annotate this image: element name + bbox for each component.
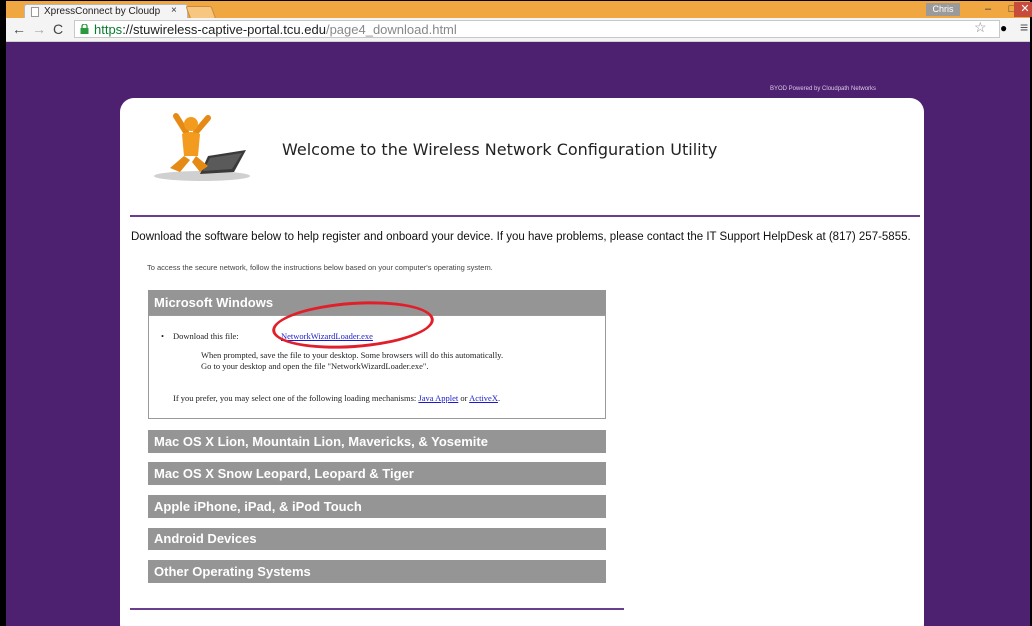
close-icon[interactable]: ✕ [1014,2,1032,17]
user-celebrating-logo [154,113,250,181]
address-bar[interactable]: https://stuwireless-captive-portal.tcu.e… [74,20,1000,38]
bullet: • [161,331,164,341]
reload-icon[interactable]: C [53,21,63,37]
section-android[interactable]: Android Devices [148,528,606,550]
activex-link[interactable]: ActiveX [469,393,498,403]
page-background: BYOD Powered by Cloudpath Networks Welco… [6,42,1030,626]
menu-icon[interactable]: ≡ [1020,19,1028,35]
prefer-text: If you prefer, you may select one of the… [173,393,417,403]
divider [130,215,920,217]
tab-close-button[interactable]: × [171,5,177,16]
section-apple-ios[interactable]: Apple iPhone, iPad, & iPod Touch [148,495,606,518]
or-text: or [460,393,468,403]
tab-title: XpressConnect by Cloudp [44,6,161,17]
url-text: https://stuwireless-captive-portal.tcu.e… [94,22,457,37]
page-icon [31,7,39,17]
intro-text: Download the software below to help regi… [131,231,911,243]
section-mac-os-x-lion[interactable]: Mac OS X Lion, Mountain Lion, Mavericks,… [148,430,606,453]
section-mac-os-x-snow-leopard[interactable]: Mac OS X Snow Leopard, Leopard & Tiger [148,462,606,485]
browser-toolbar: ← → C https://stuwireless-captive-portal… [6,18,1030,42]
forward-icon[interactable]: → [32,21,46,37]
instruction-note: Go to your desktop and open the file "Ne… [201,361,429,371]
page-title: Welcome to the Wireless Network Configur… [282,140,718,159]
download-label: Download this file: [173,331,239,341]
java-applet-link[interactable]: Java Applet [418,393,458,403]
star-icon[interactable]: ☆ [974,19,987,36]
lock-icon [80,24,89,34]
instruction-note: When prompted, save the file to your des… [201,350,504,360]
extension-icon[interactable]: ● [1000,21,1007,35]
instructions-text: To access the secure network, follow the… [147,263,493,272]
title-bar: XpressConnect by Cloudp × Chris – □ ✕ [6,1,1032,20]
alternative-options: If you prefer, you may select one of the… [173,393,501,403]
user-badge[interactable]: Chris [926,3,960,16]
divider [130,608,624,610]
back-icon[interactable]: ← [12,21,26,37]
byod-caption: BYOD Powered by Cloudpath Networks [770,86,877,92]
section-other-os[interactable]: Other Operating Systems [148,560,606,583]
browser-tab[interactable]: XpressConnect by Cloudp × [24,4,188,19]
minimize-icon[interactable]: – [976,2,1000,17]
content-card: Welcome to the Wireless Network Configur… [120,98,924,626]
